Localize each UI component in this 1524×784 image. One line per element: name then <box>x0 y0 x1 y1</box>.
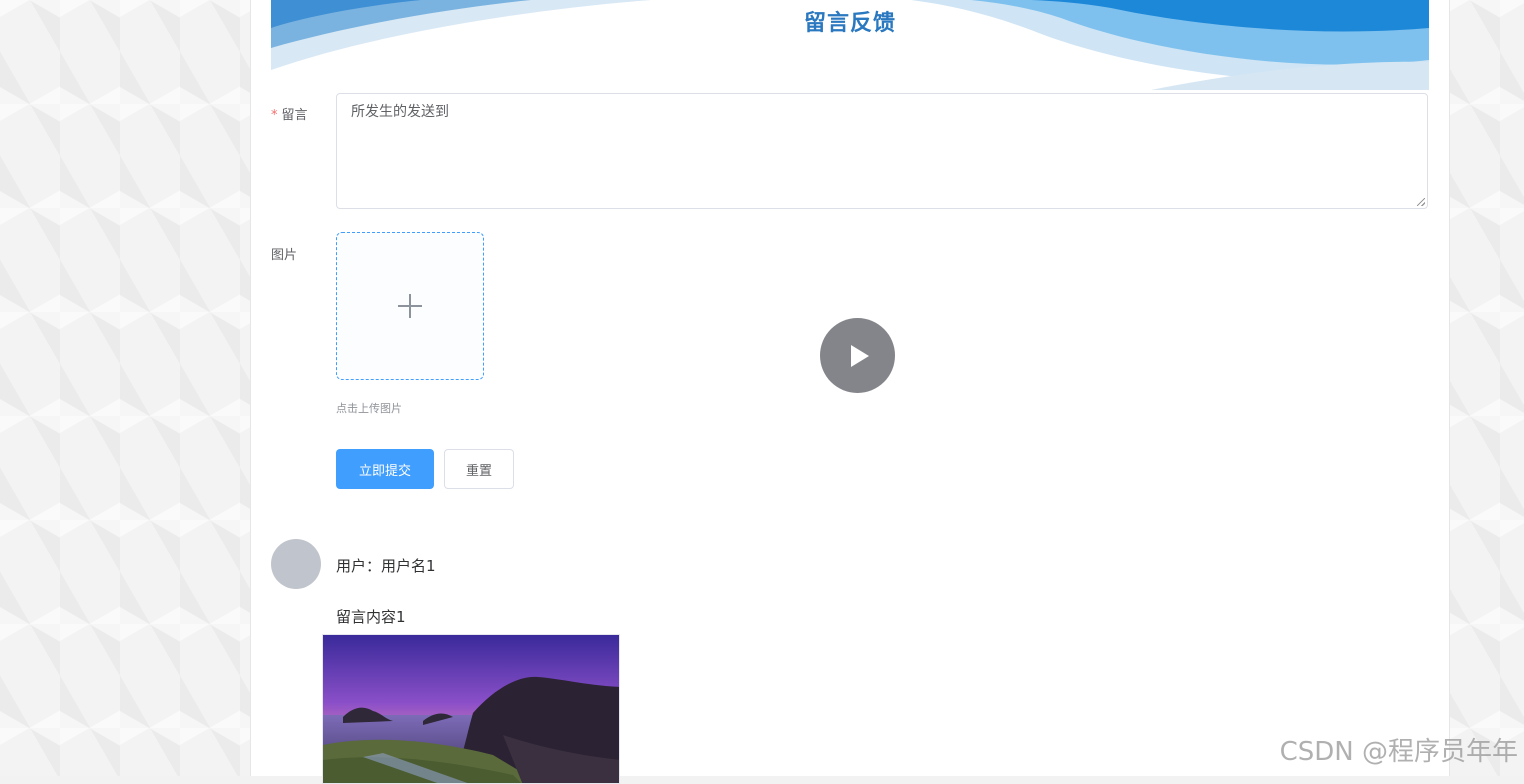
feedback-banner: 留言反馈 <box>271 0 1429 90</box>
upload-tip: 点击上传图片 <box>336 402 402 415</box>
reset-button[interactable]: 重置 <box>444 449 514 489</box>
resize-handle[interactable] <box>1417 198 1425 206</box>
image-upload-box[interactable] <box>336 232 484 380</box>
image-label: 图片 <box>271 248 298 263</box>
play-button[interactable] <box>820 318 895 393</box>
avatar <box>271 539 321 589</box>
page-title: 留言反馈 <box>803 11 896 36</box>
watermark: CSDN @程序员年年 <box>1279 737 1518 767</box>
play-icon <box>851 344 869 367</box>
plus-icon <box>398 294 422 318</box>
comment-image <box>322 634 620 784</box>
required-mark: * <box>271 108 278 123</box>
message-label: * 留言 <box>271 104 308 123</box>
message-label-text: 留言 <box>281 108 308 123</box>
comment-content: 留言内容1 <box>336 608 406 626</box>
message-textarea-value: 所发生的发送到 <box>351 104 449 120</box>
submit-button[interactable]: 立即提交 <box>336 449 434 489</box>
message-textarea[interactable]: 所发生的发送到 <box>336 93 1428 209</box>
comment-user: 用户：用户名1 <box>336 557 436 575</box>
landscape-photo <box>323 635 619 783</box>
